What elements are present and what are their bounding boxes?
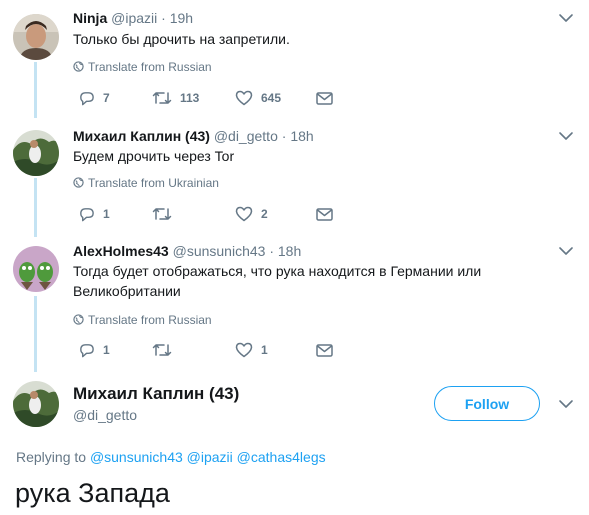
reply-count: 1 xyxy=(103,343,110,357)
globe-icon xyxy=(73,61,84,72)
reply-count: 7 xyxy=(103,91,110,105)
tweet-actions: 1 2 xyxy=(73,205,343,223)
mention-link[interactable]: @sunsunich43 xyxy=(90,449,183,465)
heart-icon xyxy=(235,342,253,358)
translate-link[interactable]: Translate from Russian xyxy=(73,60,212,74)
retweet-count: 113 xyxy=(180,91,200,105)
like-count: 2 xyxy=(261,207,268,221)
tweet-actions: 7 113 645 xyxy=(73,89,343,107)
chevron-down-icon[interactable] xyxy=(558,245,574,257)
envelope-icon xyxy=(316,207,333,221)
mention-link[interactable]: @cathas4legs xyxy=(237,449,326,465)
avatar[interactable] xyxy=(13,246,59,292)
globe-icon xyxy=(73,177,84,188)
user-name[interactable]: Михаил Каплин (43) xyxy=(73,128,210,144)
tweet[interactable]: Михаил Каплин (43) @di_getto · 18h Будем… xyxy=(0,118,589,236)
message-button[interactable] xyxy=(316,341,333,359)
reply-icon xyxy=(80,207,94,221)
tweet[interactable]: AlexHolmes43 @sunsunich43 · 18h Тогда бу… xyxy=(0,236,589,372)
tweet-header: AlexHolmes43 @sunsunich43 · 18h xyxy=(73,242,301,260)
tweet[interactable]: Ninja @ipazii · 19h Только бы дрочить на… xyxy=(0,0,589,118)
heart-icon xyxy=(235,206,253,222)
message-button[interactable] xyxy=(316,89,333,107)
retweet-icon xyxy=(152,208,172,220)
reply-icon xyxy=(80,91,94,105)
timestamp[interactable]: · 18h xyxy=(269,243,301,259)
translate-label: Translate from Ukrainian xyxy=(88,176,219,190)
envelope-icon xyxy=(316,91,333,105)
avatar[interactable] xyxy=(13,14,59,60)
retweet-button[interactable] xyxy=(152,205,180,223)
chevron-down-icon[interactable] xyxy=(558,130,574,142)
translate-label: Translate from Russian xyxy=(88,313,212,327)
retweet-icon xyxy=(152,344,172,356)
translate-label: Translate from Russian xyxy=(88,60,212,74)
envelope-icon xyxy=(316,343,333,357)
heart-icon xyxy=(235,90,253,106)
translate-link[interactable]: Translate from Russian xyxy=(73,313,212,327)
user-name[interactable]: Ninja xyxy=(73,10,107,26)
reply-button[interactable]: 7 xyxy=(78,89,110,107)
reply-count: 1 xyxy=(103,207,110,221)
timestamp[interactable]: · 19h xyxy=(161,10,193,26)
reply-button[interactable]: 1 xyxy=(78,205,110,223)
tweet-text: Только бы дрочить на запретили. xyxy=(73,31,290,47)
mention-link[interactable]: @ipazii xyxy=(187,449,233,465)
follow-button[interactable]: Follow xyxy=(434,386,540,421)
tweet-header: Михаил Каплин (43) @di_getto · 18h xyxy=(73,127,314,145)
tweet-text: Тогда будет отображаться, что рука наход… xyxy=(73,263,482,299)
user-handle[interactable]: @ipazii xyxy=(111,10,157,26)
globe-icon xyxy=(73,314,84,325)
avatar[interactable] xyxy=(13,130,59,176)
timestamp[interactable]: · 18h xyxy=(282,128,314,144)
like-count: 1 xyxy=(261,343,268,357)
retweet-icon xyxy=(152,92,172,104)
reply-button[interactable]: 1 xyxy=(78,341,110,359)
like-button[interactable]: 1 xyxy=(235,341,268,359)
user-name[interactable]: AlexHolmes43 xyxy=(73,243,169,259)
avatar[interactable] xyxy=(13,381,59,427)
tweet-text: Будем дрочить через Tor xyxy=(73,148,235,164)
chevron-down-icon[interactable] xyxy=(558,398,574,410)
main-tweet-text: рука Запада xyxy=(15,478,170,508)
tweet-header: Ninja @ipazii · 19h xyxy=(73,9,193,27)
replying-label: Replying to xyxy=(16,449,87,465)
message-button[interactable] xyxy=(316,205,333,223)
like-count: 645 xyxy=(261,91,282,105)
user-handle[interactable]: @sunsunich43 xyxy=(173,243,266,259)
user-handle[interactable]: @di_getto xyxy=(214,128,278,144)
translate-link[interactable]: Translate from Ukrainian xyxy=(73,176,219,190)
like-button[interactable]: 645 xyxy=(235,89,281,107)
retweet-button[interactable] xyxy=(152,341,180,359)
tweet-actions: 1 1 xyxy=(73,341,343,359)
like-button[interactable]: 2 xyxy=(235,205,268,223)
main-user-name[interactable]: Михаил Каплин (43) xyxy=(73,383,239,405)
reply-icon xyxy=(80,343,94,357)
chevron-down-icon[interactable] xyxy=(558,12,574,24)
retweet-button[interactable]: 113 xyxy=(152,89,199,107)
main-user-handle[interactable]: @di_getto xyxy=(73,406,137,424)
replying-to: Replying to @sunsunich43 @ipazii @cathas… xyxy=(16,448,326,466)
